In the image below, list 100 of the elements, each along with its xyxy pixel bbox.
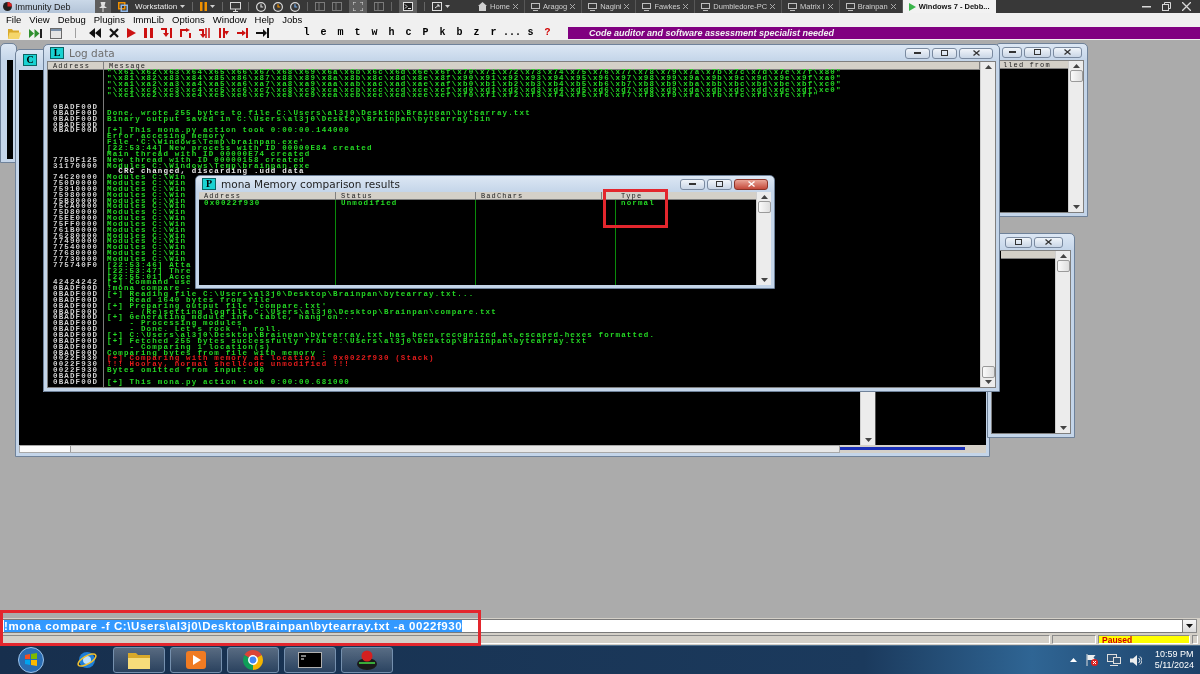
toolbar-button[interactable]: z	[468, 27, 485, 39]
vertical-scrollbar[interactable]	[860, 392, 875, 445]
window-title: Immunity Deb	[15, 1, 71, 12]
clock-icon[interactable]	[290, 1, 301, 12]
vertical-scrollbar[interactable]	[1068, 61, 1083, 212]
arrow-bar-icon[interactable]	[256, 28, 269, 38]
menu-item[interactable]: Window	[208, 13, 251, 26]
close-button[interactable]	[959, 47, 993, 59]
menu-item[interactable]: View	[25, 13, 54, 26]
close-button[interactable]	[1053, 46, 1082, 58]
down-arrow-icon	[984, 380, 992, 384]
step-arrow-icon[interactable]	[161, 28, 172, 38]
pin-icon[interactable]	[99, 1, 107, 12]
scroll-thumb[interactable]	[981, 366, 995, 378]
fullscreen-button[interactable]	[432, 2, 451, 11]
minimize-button[interactable]	[905, 47, 930, 59]
window-icon[interactable]	[50, 27, 62, 39]
menu-item[interactable]: ImmLib	[128, 13, 169, 26]
vertical-scrollbar[interactable]	[756, 192, 771, 285]
caret-icon	[1186, 624, 1193, 628]
vertical-scrollbar[interactable]	[980, 62, 995, 387]
toolbar-button[interactable]: w	[366, 27, 383, 39]
menu-item[interactable]: Plugins	[89, 13, 129, 26]
status-panel	[1052, 635, 1096, 644]
folder-icon	[128, 651, 150, 669]
step-arrow-icon[interactable]	[199, 28, 210, 38]
toolbar-button[interactable]: ...	[502, 27, 522, 39]
vertical-scrollbar[interactable]	[1055, 251, 1070, 433]
minimize-button[interactable]	[680, 178, 705, 190]
pause-button[interactable]	[200, 2, 216, 11]
up-arrow-icon	[984, 65, 992, 69]
taskbar-button[interactable]	[227, 647, 279, 673]
window-icon: C	[23, 54, 37, 66]
step-arrow-icon[interactable]	[218, 28, 229, 38]
menu-item[interactable]: Jobs	[278, 13, 307, 26]
rewind-icon[interactable]	[89, 28, 101, 38]
minimize-icon	[1008, 51, 1016, 53]
menu-item[interactable]: Help	[250, 13, 279, 26]
maximize-button[interactable]	[707, 178, 732, 190]
taskbar-button[interactable]	[113, 647, 165, 673]
fit-screen-icon[interactable]	[353, 2, 364, 11]
double-arrow-icon[interactable]	[29, 27, 42, 39]
panel-icon[interactable]	[315, 2, 326, 11]
toolbar-button[interactable]: e	[315, 27, 332, 39]
menu-item[interactable]: Debug	[53, 13, 90, 26]
play-icon[interactable]	[127, 28, 136, 38]
toolbar-button[interactable]: l	[298, 27, 315, 39]
minimize-button[interactable]	[1002, 46, 1022, 58]
monitor-icon[interactable]	[230, 1, 242, 12]
scroll-thumb[interactable]	[757, 201, 771, 213]
help-button[interactable]: ?	[539, 27, 556, 39]
menu-item[interactable]: Options	[168, 13, 209, 26]
step-arrow-icon[interactable]	[237, 28, 248, 38]
toolbar-button[interactable]: P	[417, 27, 434, 39]
horizontal-scrollbar[interactable]	[19, 445, 840, 453]
toolbar-button[interactable]: m	[332, 27, 349, 39]
taskbar-button[interactable]	[341, 647, 393, 673]
maximize-button[interactable]	[932, 47, 957, 59]
window-title: Log data	[69, 47, 115, 59]
close-icon[interactable]	[109, 28, 119, 38]
toolbar-button[interactable]: r	[485, 27, 502, 39]
scroll-thumb[interactable]	[1069, 70, 1083, 82]
pause-icon[interactable]	[144, 28, 153, 38]
ring-logo-icon	[243, 650, 263, 670]
panel-icon[interactable]	[332, 2, 343, 11]
toolbar-button[interactable]: s	[522, 27, 539, 39]
taskbar-button[interactable]	[284, 647, 336, 673]
menu-item[interactable]: File	[2, 13, 26, 26]
home-icon	[478, 2, 487, 11]
menu-button[interactable]: Workstation	[135, 2, 186, 11]
terminal-icon	[298, 652, 322, 668]
toolbar-button[interactable]: h	[383, 27, 400, 39]
clock-icon[interactable]	[273, 1, 284, 12]
scroll-thumb[interactable]	[1056, 260, 1070, 272]
minimize-icon[interactable]	[1142, 5, 1151, 8]
terminal-icon[interactable]	[403, 2, 414, 11]
clock-time[interactable]: 10:59 PM	[1155, 649, 1194, 660]
clock-icon[interactable]	[256, 1, 267, 12]
up-arrow-icon[interactable]	[1069, 658, 1077, 662]
speaker-icon[interactable]	[1129, 654, 1142, 666]
maximize-button[interactable]	[1024, 46, 1051, 58]
panel-icon[interactable]	[374, 2, 385, 11]
dropdown-button[interactable]	[1183, 619, 1197, 633]
flag-icon[interactable]	[1085, 654, 1098, 666]
close-button[interactable]	[1034, 236, 1063, 248]
restore-icon[interactable]	[1162, 2, 1171, 11]
toolbar-button[interactable]: b	[451, 27, 468, 39]
start-orb-icon[interactable]	[18, 647, 44, 673]
toolbar-button[interactable]: t	[349, 27, 366, 39]
toolbar-button[interactable]: c	[400, 27, 417, 39]
maximize-icon	[1034, 49, 1041, 55]
close-button[interactable]	[734, 178, 768, 190]
step-arrow-icon[interactable]	[180, 28, 191, 38]
close-icon	[747, 181, 755, 187]
clock-date[interactable]: 5/11/2024	[1154, 660, 1194, 671]
scroll-thumb[interactable]	[20, 446, 71, 452]
toolbar-button[interactable]: k	[434, 27, 451, 39]
network-icon[interactable]	[1106, 654, 1121, 666]
maximize-button[interactable]	[1005, 236, 1032, 248]
taskbar-button[interactable]	[170, 647, 222, 673]
